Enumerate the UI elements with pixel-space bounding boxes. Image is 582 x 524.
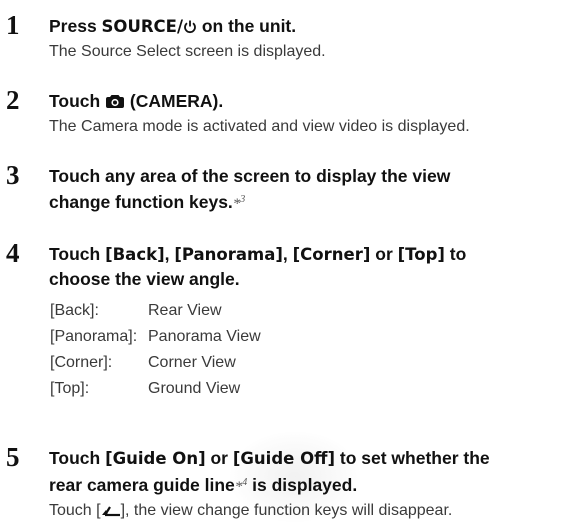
list-item: [Panorama]: Panorama View [50, 328, 261, 345]
step-heading: Press SOURCE/ on the unit. [49, 14, 579, 40]
step-description: Touch [], the view change function keys … [49, 499, 579, 524]
step-heading: Touch any area of the screen to display … [49, 166, 451, 212]
power-icon [183, 16, 197, 40]
list-item: [Back]: Rear View [50, 302, 222, 319]
step-number: 1 [6, 10, 20, 40]
list-item: [Top]: Ground View [50, 380, 241, 397]
step-number: 3 [6, 160, 20, 190]
step-heading: Touch [Back], [Panorama], [Corner] or [T… [49, 244, 467, 289]
step-description: The Source Select screen is displayed. [49, 43, 326, 60]
list-item: [Corner]: Corner View [50, 354, 236, 371]
camera-icon [105, 91, 125, 115]
step-number: 5 [6, 442, 20, 472]
back-arrow-icon [101, 501, 121, 524]
view-list: [Back]: Rear View [Panorama]: Panorama Vie… [50, 298, 579, 402]
step-number: 4 [6, 238, 20, 268]
footnote-ref: *3 [232, 194, 246, 212]
step-heading: Touch (CAMERA). [49, 89, 579, 115]
step-number: 2 [6, 85, 20, 115]
footnote-ref: *4 [234, 477, 248, 495]
step-heading: Touch [Guide On] or [Guide Off] to set w… [49, 448, 490, 495]
step-description: The Camera mode is activated and view vi… [49, 118, 470, 135]
